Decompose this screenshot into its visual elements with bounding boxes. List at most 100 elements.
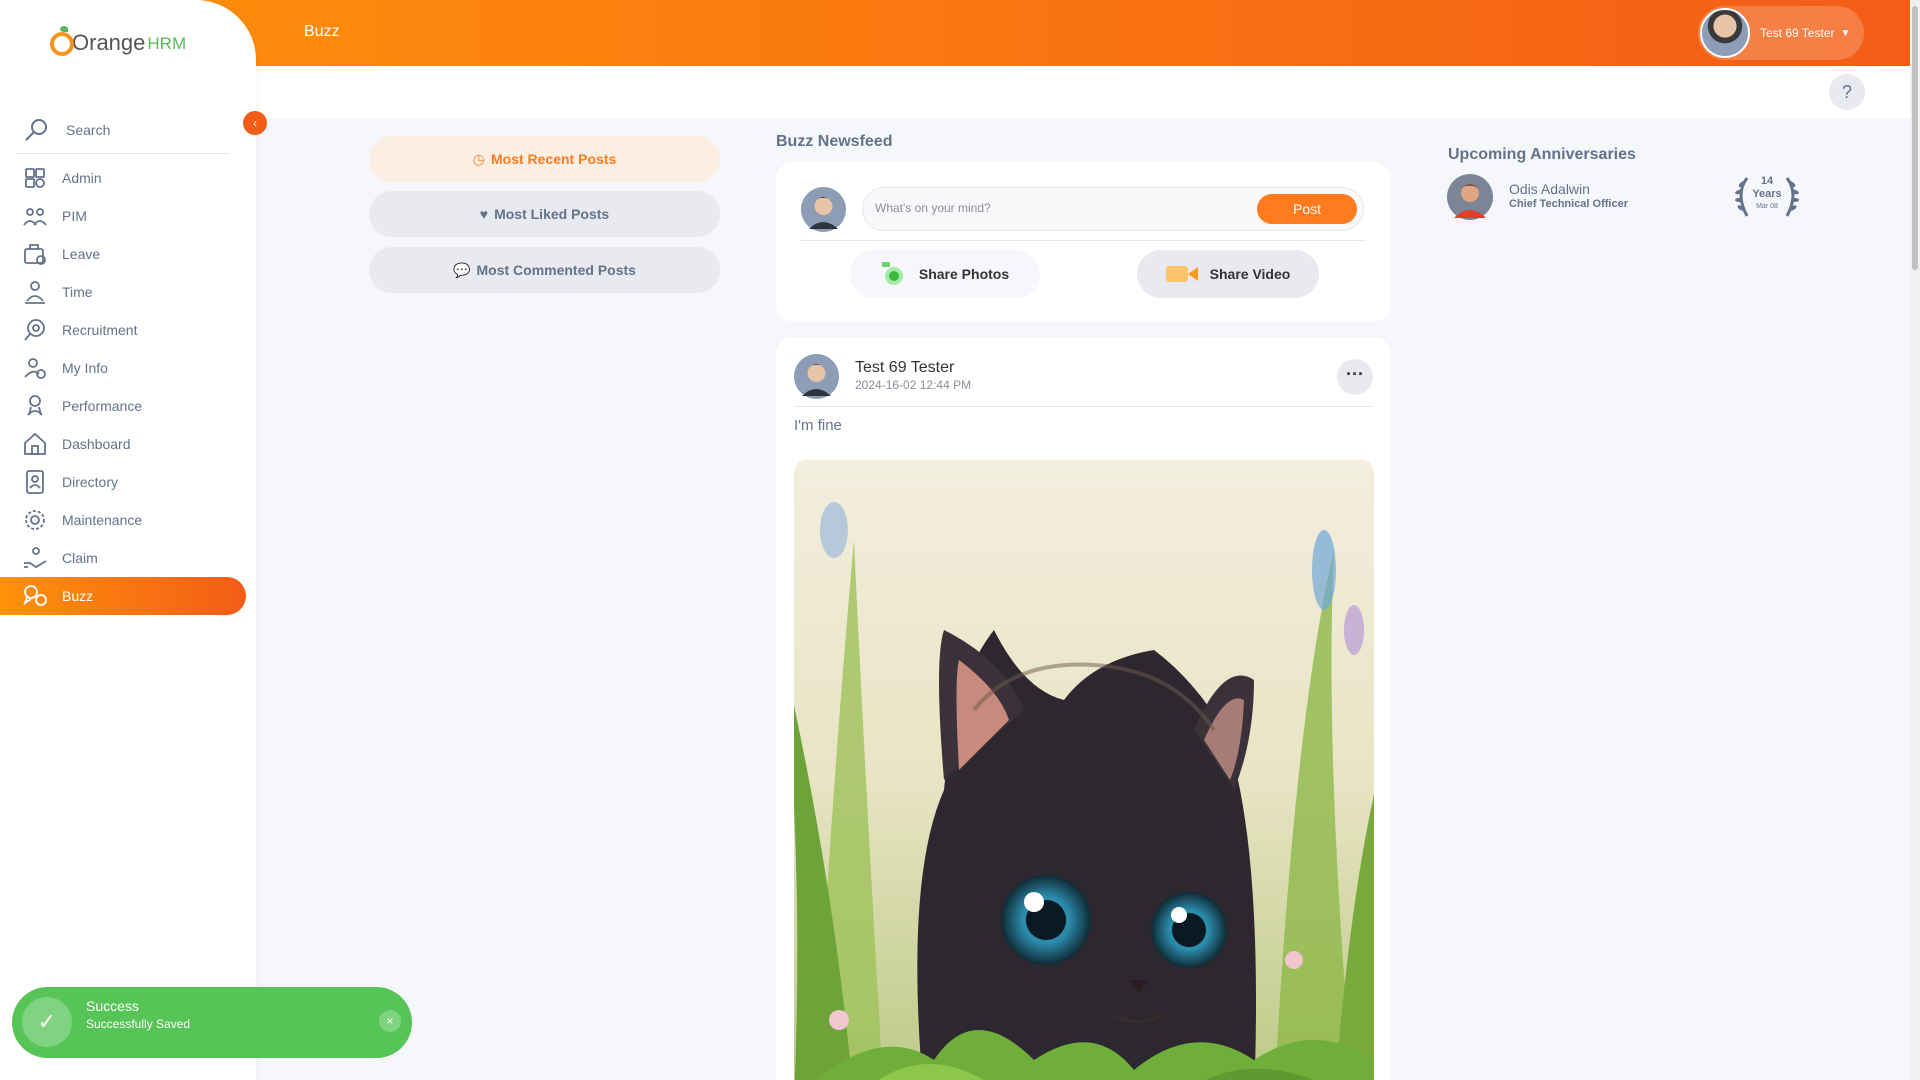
anniversaries-title: Upcoming Anniversaries (1448, 146, 1636, 163)
page-scrollbar[interactable] (1910, 0, 1920, 1080)
anniversary-years-badge: 14 Years Mar 08 (1733, 172, 1801, 220)
time-icon (25, 281, 45, 304)
share-photos-label: Share Photos (918, 266, 1010, 282)
sidebar: Orange HRM Search Admin PIM Leave Time Recru… (0, 0, 256, 1080)
sidebar-item-leave[interactable]: Leave (0, 235, 256, 273)
scrollbar-thumb[interactable] (1912, 6, 1918, 270)
help-button[interactable]: ? (1829, 74, 1865, 110)
sidebar-item-directory[interactable]: Directory (0, 463, 256, 501)
anniversary-years-label: Years (1752, 188, 1782, 200)
maintenance-icon (25, 510, 45, 530)
sidebar-item-label: PIM (62, 208, 87, 224)
orange-logo-icon (50, 26, 74, 56)
top-header: Buzz Test 69 Tester ▼ (0, 0, 1920, 66)
search-icon (25, 118, 47, 141)
filter-most-commented-label: Most Commented Posts (476, 262, 636, 278)
post-image[interactable] (794, 460, 1374, 1080)
anniversary-avatar (1447, 174, 1493, 220)
sidebar-search[interactable]: Search (16, 106, 230, 154)
post-card: Test 69 Tester 2024-16-02 12:44 PM ··· I… (776, 337, 1391, 1080)
sidebar-item-label: Performance (62, 398, 143, 414)
sidebar-item-label: Directory (62, 474, 119, 490)
filter-most-liked[interactable]: ♥ Most Liked Posts (369, 191, 720, 237)
caret-down-icon: ▼ (1840, 27, 1851, 39)
photo-icon (881, 262, 903, 285)
share-photos-button[interactable]: Share Photos (850, 250, 1040, 298)
sidebar-item-dashboard[interactable]: Dashboard (0, 425, 256, 463)
sidebar-item-claim[interactable]: Claim (0, 539, 256, 577)
dashboard-icon (24, 432, 46, 455)
anniversary-date: Mar 08 (1756, 203, 1778, 210)
sidebar-item-label: Recruitment (62, 322, 138, 338)
post-input-placeholder: What's on your mind? (875, 201, 991, 215)
success-toast: ✓ Success Successfully Saved × (12, 987, 412, 1058)
kitten-illustration (794, 460, 1374, 1080)
composer-avatar (801, 187, 846, 232)
logo-text-orange: Orange (72, 30, 146, 55)
sidebar-item-label: Claim (62, 550, 98, 566)
buzz-icon (23, 585, 47, 606)
directory-icon (26, 470, 44, 494)
search-label: Search (66, 121, 111, 138)
anniversary-name: Odis Adalwin (1509, 181, 1590, 197)
user-dropdown[interactable]: Test 69 Tester ▼ (1698, 6, 1864, 60)
composer-divider (801, 240, 1366, 241)
page-title: Buzz (304, 23, 340, 40)
sidebar-item-label: Leave (62, 246, 101, 262)
claim-icon (24, 547, 47, 569)
share-video-label: Share Video (1209, 266, 1291, 282)
post-button[interactable]: Post (1257, 194, 1357, 224)
sidebar-item-performance[interactable]: Performance (0, 387, 256, 425)
sidebar-item-label: Time (62, 284, 93, 300)
post-timestamp: 2024-16-02 12:44 PM (855, 378, 972, 392)
sidebar-item-label: My Info (62, 360, 108, 376)
orangehrm-logo[interactable]: Orange HRM (50, 26, 187, 56)
sub-header (256, 66, 1920, 118)
check-icon: ✓ (22, 997, 72, 1047)
sidebar-item-label: Admin (62, 170, 102, 186)
anniversary-job-title: Chief Technical Officer (1509, 198, 1628, 210)
recruitment-icon (24, 319, 45, 341)
video-icon (1165, 266, 1198, 282)
filter-most-commented[interactable]: 💬 Most Commented Posts (369, 247, 720, 293)
logo-text-hrm: HRM (147, 34, 187, 53)
sidebar-nav: Admin PIM Leave Time Recruitment My Info Perfo… (0, 159, 256, 615)
sidebar-item-time[interactable]: Time (0, 273, 256, 311)
heart-icon: ♥ (479, 206, 489, 222)
post-divider (794, 406, 1373, 407)
leave-icon (24, 244, 46, 265)
sidebar-item-admin[interactable]: Admin (0, 159, 256, 197)
share-video-button[interactable]: Share Video (1137, 250, 1319, 298)
filter-most-recent-label: Most Recent Posts (490, 151, 617, 167)
clock-icon: ◷ (472, 150, 485, 167)
toast-title: Success (86, 998, 139, 1014)
filter-most-recent[interactable]: ◷ Most Recent Posts (369, 136, 720, 182)
newsfeed-title: Buzz Newsfeed (776, 133, 893, 150)
sidebar-item-pim[interactable]: PIM (0, 197, 256, 235)
filter-most-liked-label: Most Liked Posts (494, 206, 610, 222)
post-author-avatar (794, 354, 839, 399)
comment-icon: 💬 (453, 261, 471, 278)
toast-message: Successfully Saved (86, 1017, 191, 1031)
post-author[interactable]: Test 69 Tester (855, 359, 954, 377)
performance-icon (27, 395, 43, 416)
post-more-options-button[interactable]: ··· (1337, 359, 1373, 395)
user-name: Test 69 Tester (1760, 26, 1835, 40)
sidebar-item-my-info[interactable]: My Info (0, 349, 256, 387)
post-composer: What's on your mind? Post Share Photos S… (776, 162, 1391, 322)
anniversary-years-number: 14 (1760, 175, 1774, 187)
collapse-sidebar-button[interactable]: ‹ (243, 111, 267, 135)
pim-icon (23, 208, 47, 226)
sidebar-item-label: Buzz (62, 588, 94, 604)
post-text: I'm fine (794, 417, 842, 434)
sidebar-item-recruitment[interactable]: Recruitment (0, 311, 256, 349)
admin-icon (25, 168, 45, 188)
sidebar-item-maintenance[interactable]: Maintenance (0, 501, 256, 539)
user-avatar (1700, 8, 1750, 58)
post-input[interactable]: What's on your mind? Post (862, 187, 1364, 231)
sidebar-item-label: Maintenance (62, 512, 143, 528)
sidebar-item-buzz[interactable]: Buzz (0, 577, 246, 615)
sidebar-item-label: Dashboard (62, 436, 131, 452)
myinfo-icon (24, 358, 46, 379)
toast-close-button[interactable]: × (379, 1010, 401, 1032)
